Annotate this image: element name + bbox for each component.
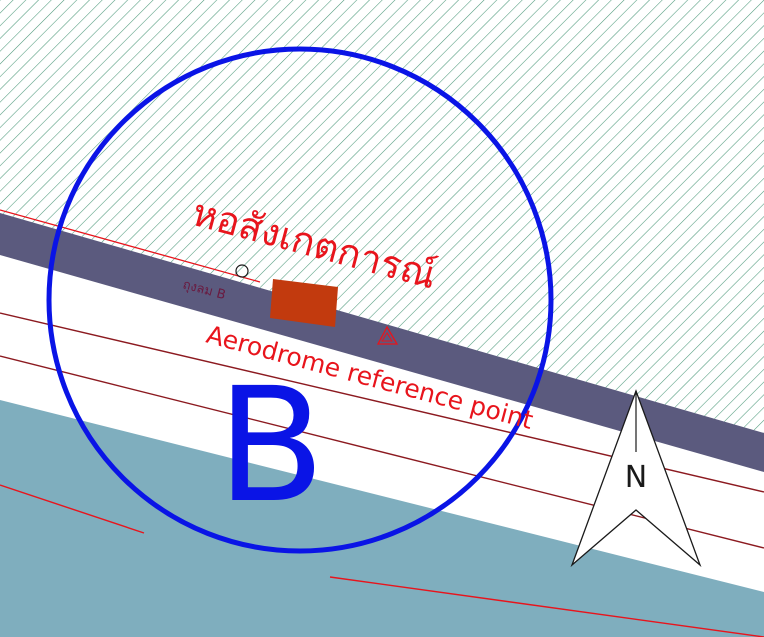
north-label: N [625, 460, 647, 495]
zone-label: B [217, 354, 325, 538]
map-canvas: B หอสังเกตการณ์ ถุงลม B Aerodrome refere… [0, 0, 764, 637]
